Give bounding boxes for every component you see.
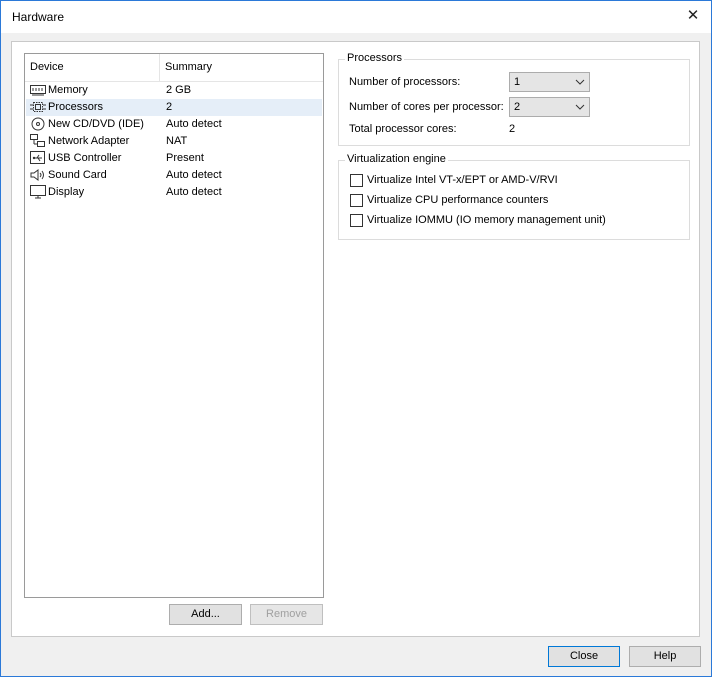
chevron-down-icon (575, 104, 585, 110)
device-summary: 2 GB (166, 84, 192, 96)
column-header-device[interactable]: Device (30, 61, 64, 73)
list-header: Device Summary (25, 54, 323, 82)
device-row-sound-card[interactable]: Sound Card Auto detect (26, 167, 322, 184)
chevron-down-icon (575, 79, 585, 85)
processor-icon (30, 102, 46, 112)
device-name: USB Controller (48, 152, 122, 164)
remove-button[interactable]: Remove (250, 604, 323, 625)
iommu-checkbox[interactable] (350, 214, 363, 227)
num-processors-value: 1 (514, 76, 521, 88)
device-row-memory[interactable]: Memory 2 GB (26, 82, 322, 99)
virtualization-group: Virtualization engine Virtualize Intel V… (338, 153, 690, 240)
device-name: Network Adapter (48, 135, 130, 147)
vt-x-label: Virtualize Intel VT-x/EPT or AMD-V/RVI (367, 174, 558, 186)
device-summary: 2 (166, 101, 173, 113)
device-row-cd-dvd[interactable]: New CD/DVD (IDE) Auto detect (26, 116, 322, 133)
device-summary: Auto detect (166, 169, 222, 181)
device-name: Sound Card (48, 169, 107, 181)
network-icon (30, 134, 45, 147)
device-summary: Present (166, 152, 204, 164)
hardware-dialog: Hardware ✕ Device Summary Memory 2 GB Pr… (0, 0, 712, 677)
cpu-counters-checkbox[interactable] (350, 194, 363, 207)
close-window-icon[interactable]: ✕ (681, 5, 705, 29)
num-processors-select[interactable]: 1 (509, 72, 590, 92)
device-summary: Auto detect (166, 186, 222, 198)
cd-dvd-icon (31, 117, 45, 131)
device-row-processors[interactable]: Processors 2 (26, 99, 322, 116)
monitor-icon (30, 185, 46, 199)
usb-icon (30, 151, 45, 164)
column-separator[interactable] (159, 54, 160, 82)
device-row-usb-controller[interactable]: USB Controller Present (26, 150, 322, 167)
column-header-summary[interactable]: Summary (165, 61, 212, 73)
memory-icon (30, 85, 46, 96)
device-name: Memory (48, 84, 88, 96)
window-title: Hardware (12, 10, 65, 24)
title-bar: Hardware ✕ (1, 1, 711, 33)
cpu-counters-label: Virtualize CPU performance counters (367, 194, 549, 206)
processors-group: Processors Number of processors: 1 Numbe… (338, 52, 690, 146)
close-button[interactable]: Close (548, 646, 620, 667)
vt-x-checkbox[interactable] (350, 174, 363, 187)
device-name: Display (48, 186, 85, 198)
device-summary: NAT (166, 135, 188, 147)
device-row-network-adapter[interactable]: Network Adapter NAT (26, 133, 322, 150)
num-processors-label: Number of processors: (349, 76, 461, 88)
device-name: Processors (48, 101, 104, 113)
cores-per-processor-label: Number of cores per processor: (349, 101, 504, 113)
add-button[interactable]: Add... (169, 604, 242, 625)
dialog-content: Device Summary Memory 2 GB Processors 2 … (11, 41, 700, 637)
total-cores-label: Total processor cores: (349, 123, 457, 135)
device-name: New CD/DVD (IDE) (48, 118, 144, 130)
processors-group-title: Processors (345, 52, 405, 64)
virtualization-group-title: Virtualization engine (345, 153, 448, 165)
total-cores-value: 2 (509, 123, 516, 135)
cores-per-processor-value: 2 (514, 101, 521, 113)
device-summary: Auto detect (166, 118, 222, 130)
cores-per-processor-select[interactable]: 2 (509, 97, 590, 117)
iommu-label: Virtualize IOMMU (IO memory management u… (367, 214, 606, 226)
device-list[interactable]: Device Summary Memory 2 GB Processors 2 … (24, 53, 324, 598)
speaker-icon (30, 169, 44, 181)
help-button[interactable]: Help (629, 646, 701, 667)
device-row-display[interactable]: Display Auto detect (26, 184, 322, 201)
